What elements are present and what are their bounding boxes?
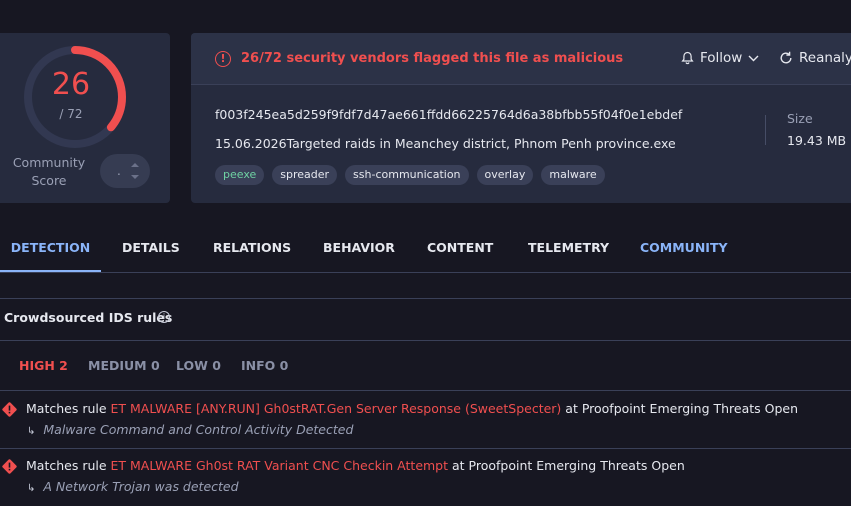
verdict-header: ! 26/72 security vendors flagged this fi… xyxy=(191,33,851,85)
rule-description-text: Malware Command and Control Activity Det… xyxy=(43,422,354,437)
community-score-label: Community Score xyxy=(12,155,86,188)
filter-medium[interactable]: MEDIUM 0 xyxy=(88,358,160,373)
sub-arrow-icon: ↳ xyxy=(27,426,36,437)
file-info-card: ! 26/72 security vendors flagged this fi… xyxy=(191,33,851,203)
size-value: 19.43 MB xyxy=(787,133,847,148)
file-tags: peexe spreader ssh-communication overlay… xyxy=(215,165,605,185)
rule-name-link[interactable]: ET MALWARE Gh0st RAT Variant CNC Checkin… xyxy=(111,458,449,473)
tag-malware[interactable]: malware xyxy=(541,165,605,185)
file-hash[interactable]: f003f245ea5d259f9fdf7d47ae661ffdd6622576… xyxy=(215,107,682,122)
danger-icon xyxy=(2,459,17,474)
file-report-page: 26 / 72 Community Score . ! 26/72 securi… xyxy=(0,0,851,506)
tag-spreader[interactable]: spreader xyxy=(272,165,338,185)
detection-total: / 72 xyxy=(59,107,83,121)
size-label: Size xyxy=(787,111,813,126)
reanalyze-button[interactable]: Reanalyz xyxy=(779,50,851,66)
report-tabs: DETECTION DETAILS RELATIONS BEHAVIOR CON… xyxy=(0,226,851,273)
divider xyxy=(0,340,851,341)
tab-telemetry[interactable]: TELEMETRY xyxy=(528,226,609,272)
tag-overlay[interactable]: overlay xyxy=(476,165,534,185)
upvote-icon[interactable] xyxy=(131,163,139,167)
file-name: 15.06.2026Targeted raids in Meanchey dis… xyxy=(215,136,676,151)
rule-description: ↳ A Network Trojan was detected xyxy=(27,479,239,494)
rule-description-text: A Network Trojan was detected xyxy=(43,479,239,494)
refresh-icon xyxy=(780,51,792,64)
verdict-text: 26/72 security vendors flagged this file… xyxy=(241,51,624,66)
size-divider xyxy=(765,115,766,145)
tab-community[interactable]: COMMUNITY xyxy=(640,226,728,272)
rule-name-link[interactable]: ET MALWARE [ANY.RUN] Gh0stRAT.Gen Server… xyxy=(111,401,562,416)
rule-prefix: Matches rule xyxy=(26,401,111,416)
chevron-down-icon xyxy=(748,55,759,61)
rule-source: at Proofpoint Emerging Threats Open xyxy=(561,401,799,416)
bell-icon xyxy=(681,51,694,65)
ids-section-title: Crowdsourced IDS rules xyxy=(4,310,173,325)
divider xyxy=(0,448,851,449)
reanalyze-label: Reanalyz xyxy=(799,50,851,66)
follow-label: Follow xyxy=(700,50,743,66)
downvote-icon[interactable] xyxy=(131,175,139,179)
detection-score-card: 26 / 72 Community Score . xyxy=(0,33,170,203)
detection-count: 26 xyxy=(51,67,91,102)
follow-button[interactable]: Follow xyxy=(681,50,759,66)
sub-arrow-icon: ↳ xyxy=(27,483,36,494)
divider xyxy=(0,390,851,391)
community-vote-control[interactable]: . xyxy=(100,154,150,188)
tag-peexe[interactable]: peexe xyxy=(215,165,265,185)
ids-rule-match: Matches rule ET MALWARE [ANY.RUN] Gh0stR… xyxy=(26,401,798,416)
community-score-value: . xyxy=(117,164,121,178)
alert-icon: ! xyxy=(215,51,231,67)
tag-ssh-communication[interactable]: ssh-communication xyxy=(345,165,469,185)
filter-low[interactable]: LOW 0 xyxy=(176,358,221,373)
rule-source: at Proofpoint Emerging Threats Open xyxy=(448,458,685,473)
rule-prefix: Matches rule xyxy=(26,458,111,473)
tab-behavior[interactable]: BEHAVIOR xyxy=(323,226,395,272)
danger-icon xyxy=(2,402,17,417)
ids-rule-match: Matches rule ET MALWARE Gh0st RAT Varian… xyxy=(26,458,685,473)
tab-details[interactable]: DETAILS xyxy=(122,226,180,272)
info-icon[interactable]: i xyxy=(158,311,170,323)
filter-high[interactable]: HIGH 2 xyxy=(19,358,68,373)
filter-info[interactable]: INFO 0 xyxy=(241,358,288,373)
rule-description: ↳ Malware Command and Control Activity De… xyxy=(27,422,353,437)
tab-detection[interactable]: DETECTION xyxy=(0,226,101,272)
divider xyxy=(0,298,851,299)
tab-content[interactable]: CONTENT xyxy=(427,226,493,272)
tab-relations[interactable]: RELATIONS xyxy=(213,226,291,272)
